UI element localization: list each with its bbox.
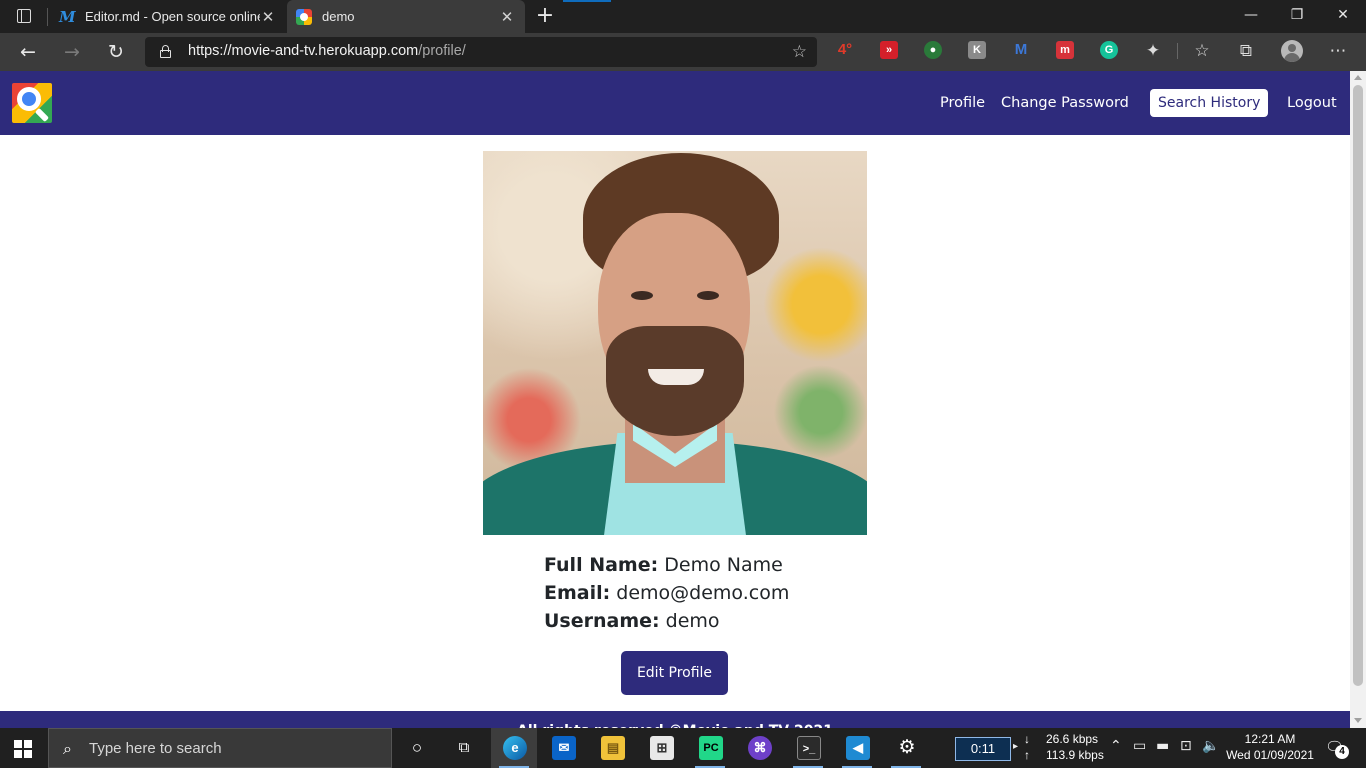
nav-search-history-button[interactable]: Search History xyxy=(1150,89,1269,117)
nav-change-password-link[interactable]: Change Password xyxy=(1001,89,1129,117)
minimize-button[interactable]: — xyxy=(1228,0,1274,33)
page-viewport: Profile Change Password Search History L… xyxy=(0,71,1350,728)
tab-close-icon[interactable]: ✕ xyxy=(499,8,515,26)
email-value: demo@demo.com xyxy=(616,582,790,604)
tab-title: Editor.md - Open source online M xyxy=(85,9,260,24)
browser-tab-strip: M Editor.md - Open source online M ✕ dem… xyxy=(0,0,1366,33)
task-view-icon[interactable]: ⧉ xyxy=(440,728,486,768)
extension-badge[interactable]: 4° xyxy=(836,41,854,59)
window-close-button[interactable]: ✕ xyxy=(1320,0,1366,33)
notification-count-badge: 4 xyxy=(1335,745,1349,759)
network-icon[interactable]: ⊡ xyxy=(1180,738,1192,754)
username-label: Username: xyxy=(544,610,660,632)
full-name-label: Full Name: xyxy=(544,554,659,576)
add-favorite-icon[interactable]: ☆ xyxy=(792,42,807,62)
pycharm-app-icon[interactable]: PC xyxy=(687,728,733,768)
net-up-value: 113.9 kbps xyxy=(1046,748,1104,762)
url-text[interactable]: https://movie-and-tv.herokuapp.com/profi… xyxy=(188,43,466,59)
toolbar-divider xyxy=(1177,43,1178,59)
site-footer: All rights reserved ©Movie and TV 2021 xyxy=(0,711,1350,728)
tab-editormd[interactable]: M Editor.md - Open source online M ✕ xyxy=(50,0,286,33)
site-icon xyxy=(296,8,312,25)
username-value: demo xyxy=(665,610,720,632)
vscode-app-icon[interactable]: ◀ xyxy=(834,728,880,768)
profile-photo xyxy=(483,151,867,535)
lock-icon[interactable] xyxy=(160,45,171,58)
full-name-value: Demo Name xyxy=(664,554,783,576)
search-icon: ⌕ xyxy=(63,739,72,758)
show-hidden-icons-chevron-icon[interactable]: ⌃ xyxy=(1110,738,1122,754)
recording-timer[interactable]: 0:11 xyxy=(955,737,1011,761)
windows-taskbar: ⌕ Type here to search ○ ⧉ e ✉ ▤ ⊞ PC ⌘ >… xyxy=(0,728,1366,768)
site-navbar: Profile Change Password Search History L… xyxy=(0,71,1350,135)
store-app-icon[interactable]: ⊞ xyxy=(638,728,684,768)
page-scrollbar[interactable] xyxy=(1350,71,1366,728)
timer-expand-icon[interactable]: ▸ xyxy=(1013,741,1018,752)
extension-forward-icon[interactable]: » xyxy=(880,41,898,59)
nav-logout-link[interactable]: Logout xyxy=(1287,89,1337,117)
grammarly-icon[interactable]: G xyxy=(1100,41,1118,59)
battery-icon[interactable]: ▬ xyxy=(1156,738,1169,754)
extension-color-icon[interactable]: ● xyxy=(924,41,942,59)
tab-divider xyxy=(47,8,48,26)
extensions-icon[interactable]: ✦ xyxy=(1142,40,1164,62)
net-down-value: 26.6 kbps xyxy=(1046,732,1099,746)
restore-button[interactable]: ❐ xyxy=(1274,0,1320,33)
notification-center-icon[interactable]: 🗨 4 xyxy=(1325,738,1349,759)
edge-app-icon[interactable]: e xyxy=(491,728,537,768)
settings-app-icon[interactable]: ⚙ xyxy=(883,728,929,768)
taskbar-clock[interactable]: 12:21 AM Wed 01/09/2021 xyxy=(1222,731,1318,763)
extension-m-icon[interactable]: M xyxy=(1012,41,1030,59)
email-label: Email: xyxy=(544,582,611,604)
tab-accent-bar xyxy=(563,0,611,2)
refresh-button[interactable]: ↻ xyxy=(104,40,128,64)
site-logo-icon[interactable] xyxy=(12,83,52,123)
upload-arrow-icon: ↑ xyxy=(1024,748,1030,762)
editormd-icon: M xyxy=(59,7,76,26)
more-menu-icon[interactable]: ⋯ xyxy=(1327,40,1349,62)
cortana-icon[interactable]: ○ xyxy=(393,728,439,768)
tab-demo[interactable]: demo ✕ xyxy=(287,0,525,33)
meet-now-icon[interactable]: ▭ xyxy=(1133,738,1146,754)
back-button[interactable]: ← xyxy=(16,40,40,64)
edit-profile-button[interactable]: Edit Profile xyxy=(621,651,728,695)
email-row: Email: demo@demo.com xyxy=(544,579,789,607)
extension-k-icon[interactable]: K xyxy=(968,41,986,59)
windows-start-icon[interactable] xyxy=(14,740,32,758)
forward-button[interactable]: → xyxy=(60,40,84,64)
nav-profile-link[interactable]: Profile xyxy=(940,89,985,117)
profile-info: Full Name: Demo Name Email: demo@demo.co… xyxy=(544,551,789,635)
network-speed: ↓ 26.6 kbps ↑ 113.9 kbps xyxy=(1024,731,1104,763)
collections-icon[interactable]: ⧉ xyxy=(1235,40,1257,62)
taskbar-search-box[interactable]: ⌕ Type here to search xyxy=(48,728,392,768)
clock-time: 12:21 AM xyxy=(1244,732,1296,746)
extension-mendeley-icon[interactable]: m xyxy=(1056,41,1074,59)
mail-app-icon[interactable]: ✉ xyxy=(540,728,586,768)
file-explorer-icon[interactable]: ▤ xyxy=(589,728,635,768)
volume-icon[interactable]: 🔈 xyxy=(1202,738,1219,754)
download-arrow-icon: ↓ xyxy=(1024,732,1030,746)
tab-close-icon[interactable]: ✕ xyxy=(260,8,276,26)
taskbar-search-placeholder: Type here to search xyxy=(89,740,222,757)
new-tab-button[interactable]: + xyxy=(535,5,555,27)
username-row: Username: demo xyxy=(544,607,789,635)
tab-actions-icon[interactable] xyxy=(14,7,34,27)
terminal-app-icon[interactable]: >_ xyxy=(785,728,831,768)
clock-date: Wed 01/09/2021 xyxy=(1226,748,1314,762)
tab-title: demo xyxy=(322,9,355,24)
github-desktop-icon[interactable]: ⌘ xyxy=(736,728,782,768)
favorites-icon[interactable]: ☆ xyxy=(1191,40,1213,62)
address-bar[interactable]: https://movie-and-tv.herokuapp.com/profi… xyxy=(145,37,817,67)
browser-profile-avatar[interactable] xyxy=(1281,40,1303,62)
full-name-row: Full Name: Demo Name xyxy=(544,551,789,579)
